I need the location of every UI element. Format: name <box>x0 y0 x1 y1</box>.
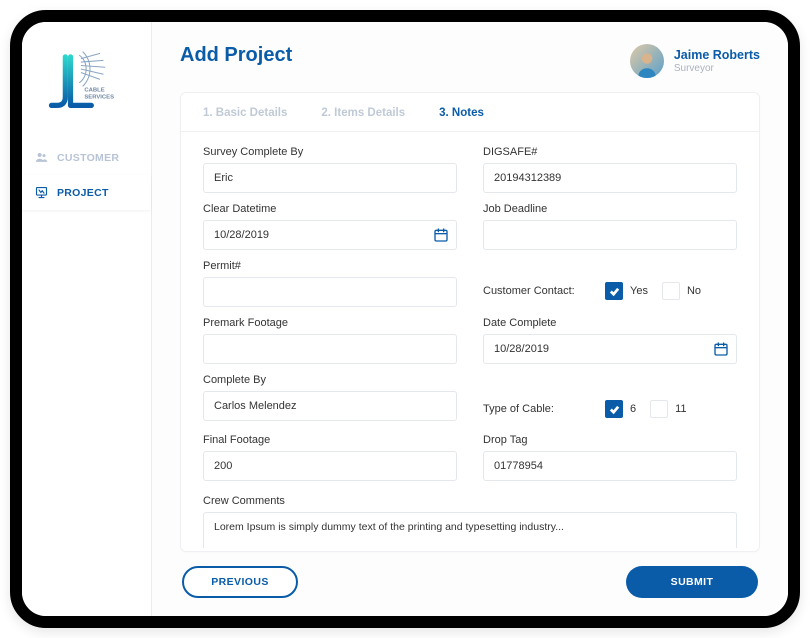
svg-text:CABLE: CABLE <box>84 88 104 94</box>
drop-tag-input[interactable] <box>483 451 737 481</box>
job-deadline-label: Job Deadline <box>483 203 737 215</box>
checkbox-checked-icon <box>605 282 623 300</box>
form-card: 1. Basic Details 2. Items Details 3. Not… <box>180 92 760 552</box>
checkbox-empty-icon <box>650 400 668 418</box>
clear-datetime-input[interactable] <box>203 220 457 250</box>
premark-footage-input[interactable] <box>203 334 457 364</box>
page-title: Add Project <box>180 44 292 67</box>
customer-contact-no-label: No <box>687 285 701 297</box>
customer-contact-yes[interactable]: Yes <box>605 282 648 300</box>
logo: CABLE SERVICES <box>47 50 127 114</box>
premark-footage-label: Premark Footage <box>203 317 457 329</box>
project-icon <box>34 185 49 200</box>
user-block[interactable]: Jaime Roberts Surveyor <box>630 44 760 78</box>
sidebar-item-label: PROJECT <box>57 187 109 199</box>
digsafe-label: DIGSAFE# <box>483 146 737 158</box>
cable-type-6[interactable]: 6 <box>605 400 636 418</box>
sidebar-item-label: CUSTOMER <box>57 152 119 164</box>
sidebar: CABLE SERVICES CUSTOMER PROJECT <box>22 22 152 616</box>
device-frame: CABLE SERVICES CUSTOMER PROJECT <box>10 10 800 628</box>
screen: CABLE SERVICES CUSTOMER PROJECT <box>22 22 788 616</box>
cable-type-11-label: 11 <box>675 403 686 415</box>
topbar: Add Project Jaime Roberts Surveyor <box>180 44 760 78</box>
sidebar-item-project[interactable]: PROJECT <box>22 175 151 210</box>
sidebar-item-customer[interactable]: CUSTOMER <box>22 140 151 175</box>
tabs: 1. Basic Details 2. Items Details 3. Not… <box>181 93 759 132</box>
checkbox-checked-icon <box>605 400 623 418</box>
clear-datetime-label: Clear Datetime <box>203 203 457 215</box>
main-content: Add Project Jaime Roberts Surveyor 1. Ba… <box>152 22 788 616</box>
user-info: Jaime Roberts Surveyor <box>674 48 760 74</box>
customers-icon <box>34 150 49 165</box>
final-footage-label: Final Footage <box>203 434 457 446</box>
complete-by-input[interactable] <box>203 391 457 421</box>
cable-type-6-label: 6 <box>630 403 636 415</box>
digsafe-input[interactable] <box>483 163 737 193</box>
brand-logo-icon: CABLE SERVICES <box>48 51 126 113</box>
customer-contact-row: Customer Contact: Yes No <box>483 276 737 306</box>
survey-complete-by-input[interactable] <box>203 163 457 193</box>
tab-notes[interactable]: 3. Notes <box>439 107 484 119</box>
type-of-cable-label: Type of Cable: <box>483 403 591 415</box>
svg-text:SERVICES: SERVICES <box>84 94 114 100</box>
final-footage-input[interactable] <box>203 451 457 481</box>
drop-tag-label: Drop Tag <box>483 434 737 446</box>
survey-complete-by-label: Survey Complete By <box>203 146 457 158</box>
permit-input[interactable] <box>203 277 457 307</box>
complete-by-label: Complete By <box>203 374 457 386</box>
form-area: Survey Complete By DIGSAFE# <box>181 132 759 551</box>
date-complete-label: Date Complete <box>483 317 737 329</box>
tab-basic-details[interactable]: 1. Basic Details <box>203 107 287 119</box>
customer-contact-label: Customer Contact: <box>483 285 591 297</box>
user-role: Surveyor <box>674 63 760 74</box>
checkbox-empty-icon <box>662 282 680 300</box>
previous-button[interactable]: PREVIOUS <box>182 566 298 598</box>
actions: PREVIOUS SUBMIT <box>180 552 760 600</box>
avatar <box>630 44 664 78</box>
date-complete-input[interactable] <box>483 334 737 364</box>
tab-items-details[interactable]: 2. Items Details <box>321 107 405 119</box>
crew-comments-label: Crew Comments <box>203 495 737 507</box>
crew-comments-input[interactable] <box>203 512 737 548</box>
user-name: Jaime Roberts <box>674 48 760 63</box>
type-of-cable-row: Type of Cable: 6 11 <box>483 394 737 424</box>
permit-label: Permit# <box>203 260 457 272</box>
job-deadline-input[interactable] <box>483 220 737 250</box>
cable-type-11[interactable]: 11 <box>650 400 686 418</box>
submit-button[interactable]: SUBMIT <box>626 566 758 598</box>
customer-contact-no[interactable]: No <box>662 282 701 300</box>
customer-contact-yes-label: Yes <box>630 285 648 297</box>
